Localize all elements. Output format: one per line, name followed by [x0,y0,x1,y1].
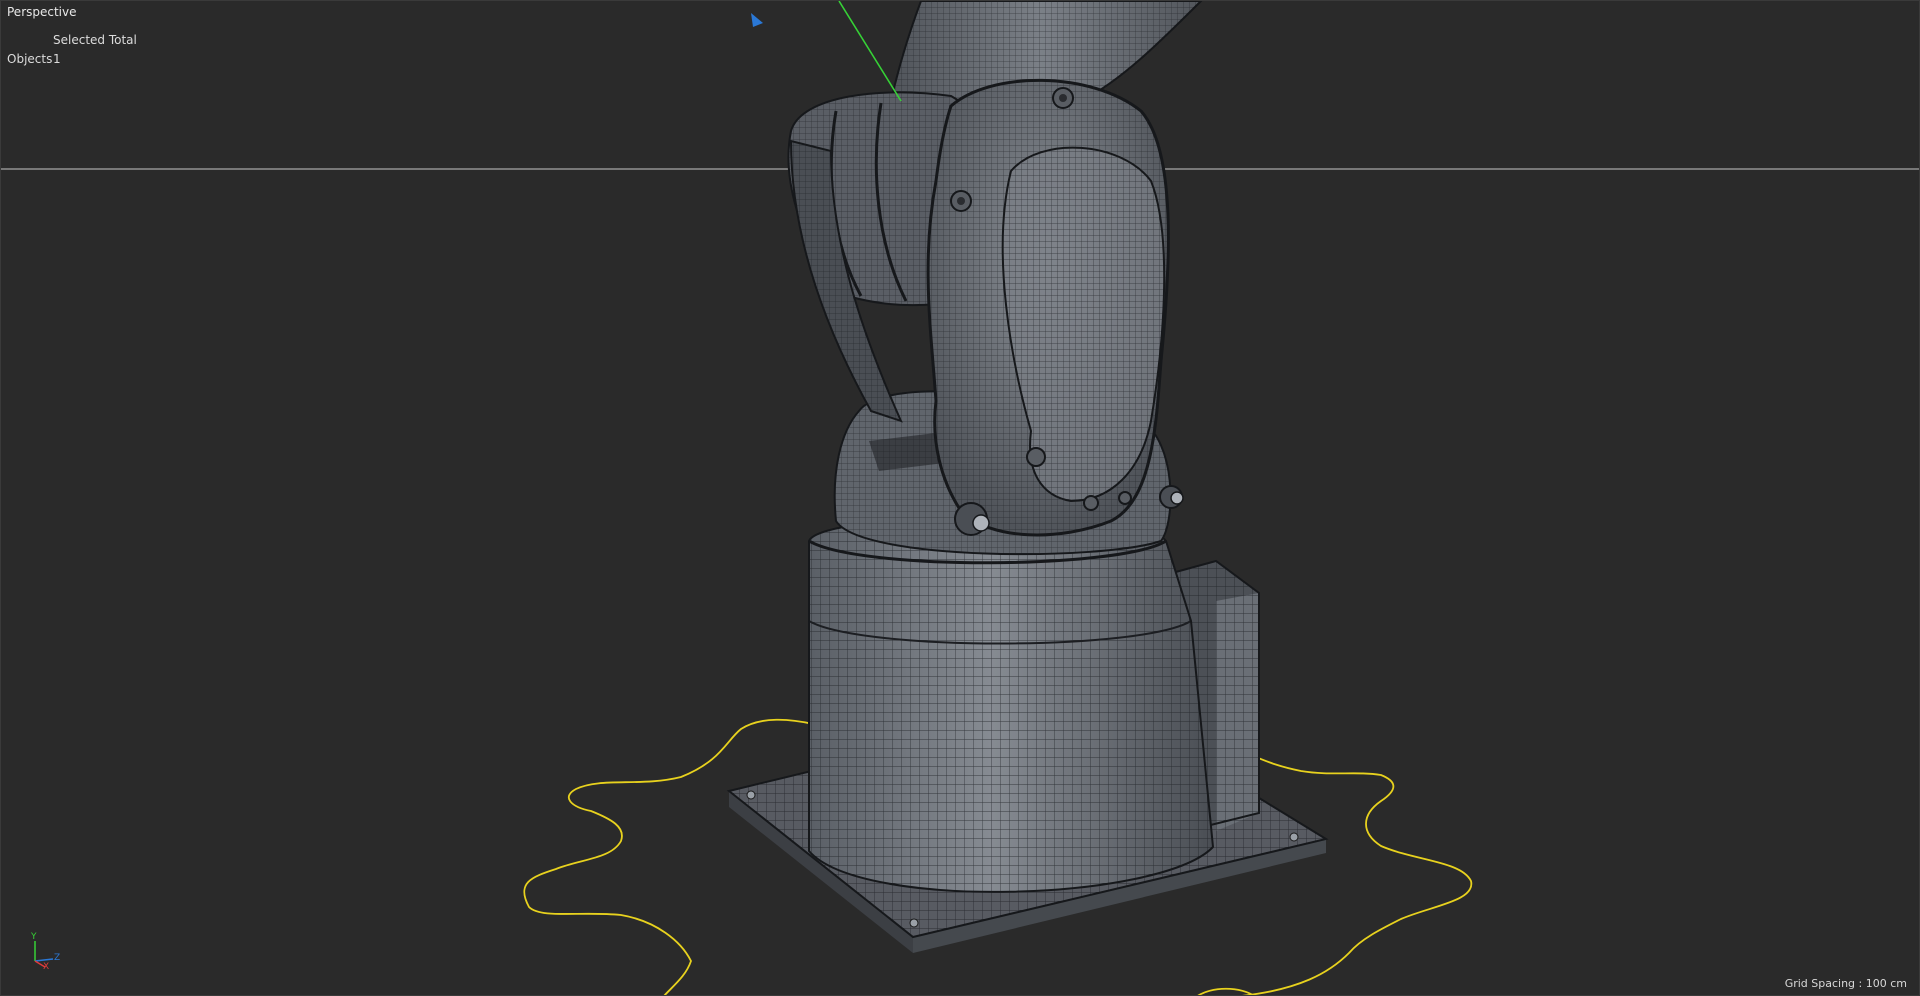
axis-label-y: Y [30,932,37,942]
side-cover [926,78,1170,537]
stats-row-objects: Objects 1 [7,52,61,66]
axis-label-x: X [43,962,49,969]
y-axis-handle [838,1,902,102]
grid-spacing-label: Grid Spacing : 100 cm [1784,977,1907,990]
axis-label-z: Z [54,953,60,963]
base-cylinder [808,515,1215,893]
scene-canvas[interactable] [1,1,1920,996]
stats-row-value: 1 [53,52,61,66]
stats-row-label: Objects [7,52,53,66]
move-handle-icon [751,13,763,27]
view-name-menu[interactable]: Perspective [7,5,77,19]
stats-header: Selected Total [53,33,137,47]
viewport-perspective[interactable]: Perspective Selected Total Objects 1 Y Z… [0,0,1920,996]
axis-gizmo-icon: Y Z X [30,932,60,969]
